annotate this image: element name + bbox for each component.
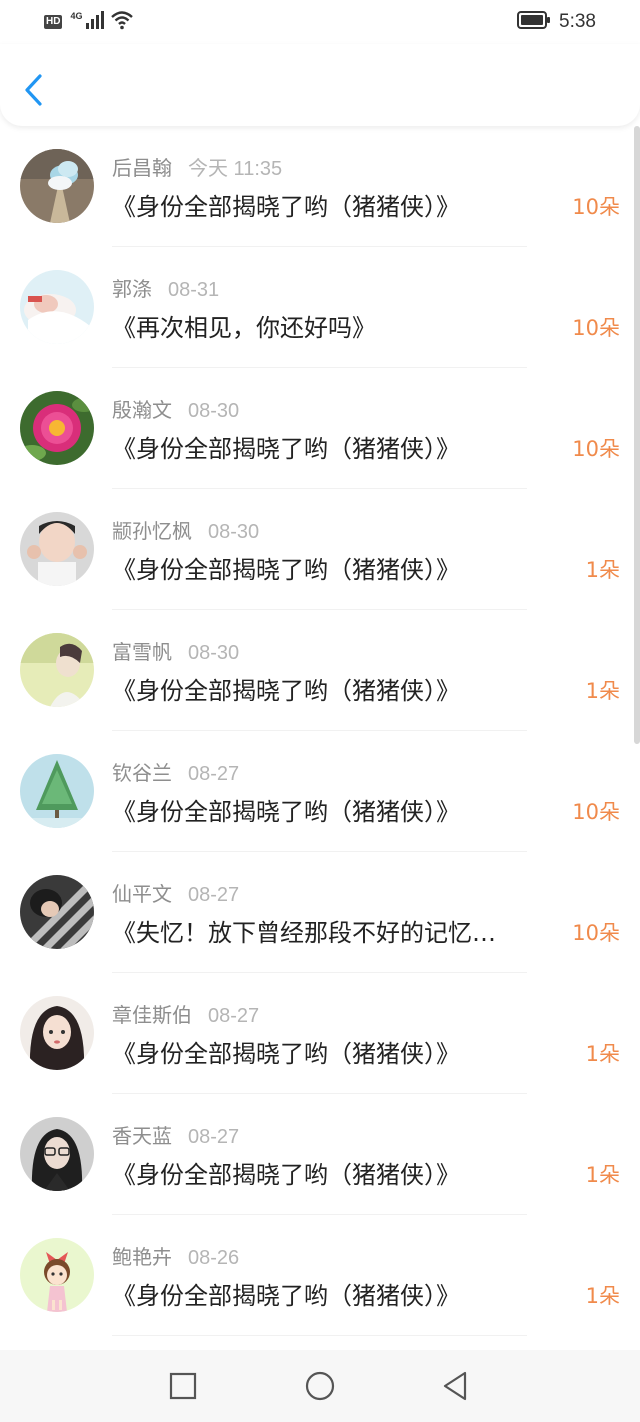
item-date: 08-27 (188, 1126, 240, 1148)
user-name: 颛孙忆枫 (112, 519, 192, 543)
user-name: 仙平文 (112, 882, 172, 906)
meta-line: 富雪帆 08-30 (112, 636, 239, 666)
square-icon (169, 1372, 197, 1400)
list-item[interactable]: 颛孙忆枫 08-30 《身份全部揭晓了哟（猪猪侠）》 1朵 (0, 489, 632, 610)
avatar (20, 391, 94, 465)
flower-count: 10朵 (572, 316, 620, 340)
meta-line: 章佳斯伯 08-27 (112, 999, 259, 1029)
avatar (20, 754, 94, 828)
flower-count: 1朵 (585, 1284, 620, 1308)
list-item[interactable]: 鲍艳卉 08-26 《身份全部揭晓了哟（猪猪侠）》 1朵 (0, 1215, 632, 1336)
avatar (20, 512, 94, 586)
wifi-icon (110, 10, 134, 34)
list-item[interactable]: 香天蓝 08-27 《身份全部揭晓了哟（猪猪侠）》 1朵 (0, 1094, 632, 1215)
flower-count: 1朵 (585, 558, 620, 582)
flower-count: 10朵 (572, 800, 620, 824)
user-name: 后昌翰 (112, 156, 172, 180)
user-name: 殷瀚文 (112, 398, 172, 422)
item-title: 《身份全部揭晓了哟（猪猪侠）》 (112, 1161, 460, 1189)
avatar (20, 875, 94, 949)
avatar (20, 1117, 94, 1191)
avatar (20, 149, 94, 223)
meta-line: 仙平文 08-27 (112, 878, 239, 908)
flower-count: 10朵 (572, 921, 620, 945)
status-right: 5:38 (517, 10, 596, 34)
list-item[interactable]: 章佳斯伯 08-27 《身份全部揭晓了哟（猪猪侠）》 1朵 (0, 973, 632, 1094)
item-title: 《失忆！放下曾经那段不好的记忆… (112, 919, 496, 947)
hd-badge: HD (44, 15, 63, 29)
list-item[interactable]: 郭涤 08-31 《再次相见，你还好吗》 10朵 (0, 247, 632, 368)
divider (112, 1335, 527, 1336)
user-name: 鲍艳卉 (112, 1245, 172, 1269)
list-item[interactable]: 殷瀚文 08-30 《身份全部揭晓了哟（猪猪侠）》 10朵 (0, 368, 632, 489)
status-left: HD 4G (44, 10, 134, 34)
meta-line: 香天蓝 08-27 (112, 1120, 239, 1150)
home-button[interactable] (304, 1370, 336, 1402)
list-item[interactable]: 钦谷兰 08-27 《身份全部揭晓了哟（猪猪侠）》 10朵 (0, 731, 632, 852)
circle-icon (305, 1371, 335, 1401)
user-name: 钦谷兰 (112, 761, 172, 785)
meta-line: 郭涤 08-31 (112, 273, 219, 303)
avatar (20, 996, 94, 1070)
chevron-left-icon (25, 74, 42, 106)
item-date: 08-30 (208, 521, 260, 543)
status-time: 5:38 (559, 11, 596, 32)
meta-line: 后昌翰 今天 11:35 (112, 152, 282, 182)
user-name: 章佳斯伯 (112, 1003, 192, 1027)
item-date: 08-26 (188, 1247, 240, 1269)
list-item[interactable]: 后昌翰 今天 11:35 《身份全部揭晓了哟（猪猪侠）》 10朵 (0, 126, 632, 247)
meta-line: 鲍艳卉 08-26 (112, 1241, 239, 1271)
user-name: 富雪帆 (112, 640, 172, 664)
list-item[interactable]: 富雪帆 08-30 《身份全部揭晓了哟（猪猪侠）》 1朵 (0, 610, 632, 731)
recent-apps-button[interactable] (167, 1370, 199, 1402)
item-date: 08-27 (188, 884, 240, 906)
flower-count: 1朵 (585, 1042, 620, 1066)
item-title: 《身份全部揭晓了哟（猪猪侠）》 (112, 556, 460, 584)
flower-count: 1朵 (585, 1163, 620, 1187)
meta-line: 颛孙忆枫 08-30 (112, 515, 259, 545)
item-title: 《身份全部揭晓了哟（猪猪侠）》 (112, 798, 460, 826)
item-title: 《身份全部揭晓了哟（猪猪侠）》 (112, 1282, 460, 1310)
item-title: 《身份全部揭晓了哟（猪猪侠）》 (112, 193, 460, 221)
flower-count: 1朵 (585, 679, 620, 703)
flower-count: 10朵 (572, 195, 620, 219)
avatar (20, 1238, 94, 1312)
item-title: 《身份全部揭晓了哟（猪猪侠）》 (112, 1040, 460, 1068)
system-nav-bar (0, 1350, 640, 1422)
item-date: 今天 11:35 (188, 158, 283, 180)
item-date: 08-31 (168, 279, 220, 301)
list-item[interactable]: 仙平文 08-27 《失忆！放下曾经那段不好的记忆… 10朵 (0, 852, 632, 973)
meta-line: 钦谷兰 08-27 (112, 757, 239, 787)
flower-count: 10朵 (572, 437, 620, 461)
user-name: 香天蓝 (112, 1124, 172, 1148)
avatar (20, 270, 94, 344)
back-button[interactable] (18, 70, 52, 110)
status-bar: HD 4G 5:38 (0, 0, 640, 44)
meta-line: 殷瀚文 08-30 (112, 394, 239, 424)
item-date: 08-27 (208, 1005, 260, 1027)
battery-icon (517, 11, 551, 33)
user-name: 郭涤 (112, 277, 152, 301)
nav-back-button[interactable] (439, 1370, 471, 1402)
item-date: 08-30 (188, 642, 240, 664)
item-date: 08-27 (188, 763, 240, 785)
item-title: 《身份全部揭晓了哟（猪猪侠）》 (112, 435, 460, 463)
item-title: 《身份全部揭晓了哟（猪猪侠）》 (112, 677, 460, 705)
avatar (20, 633, 94, 707)
scrollbar[interactable] (634, 126, 640, 744)
item-title: 《再次相见，你还好吗》 (112, 314, 376, 342)
signal-icon (86, 11, 106, 33)
flower-list[interactable]: 后昌翰 今天 11:35 《身份全部揭晓了哟（猪猪侠）》 10朵 郭涤 08-3… (0, 126, 640, 1346)
triangle-back-icon (443, 1371, 467, 1401)
header (0, 44, 640, 126)
item-date: 08-30 (188, 400, 240, 422)
network-type-label: 4G (70, 11, 83, 21)
